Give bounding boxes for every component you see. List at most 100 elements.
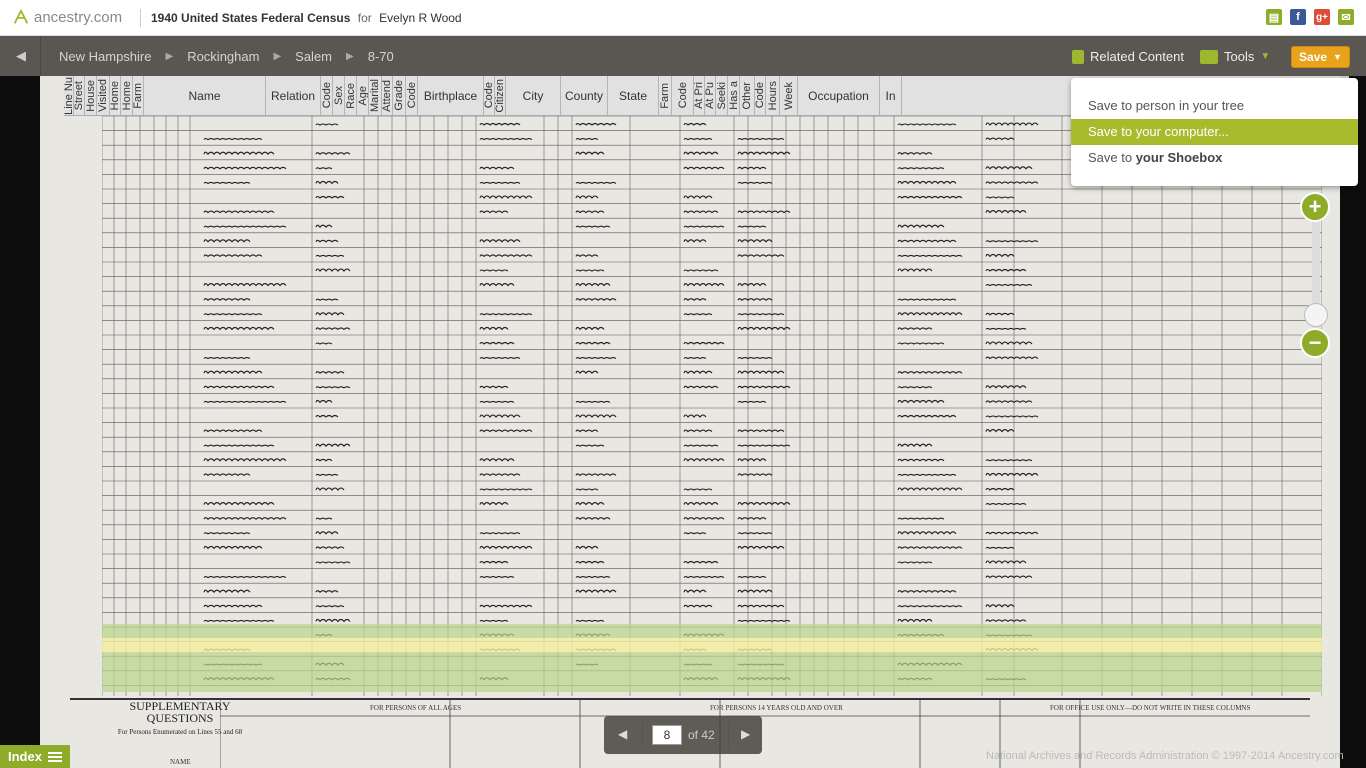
column-header-label: Farm — [659, 82, 671, 109]
column-header: Hours — [766, 76, 780, 115]
index-panel-tab[interactable]: Index — [0, 745, 70, 768]
column-header-label: Race — [345, 82, 357, 109]
breadcrumb-county[interactable]: Rockingham — [187, 49, 259, 64]
column-header-label: Home — [110, 80, 121, 111]
column-header: Has a — [728, 76, 740, 115]
leaf-icon — [13, 8, 29, 24]
column-header-label: House — [85, 79, 97, 112]
column-header-label: Week — [782, 81, 795, 110]
zoom-in-button[interactable]: + — [1300, 192, 1330, 222]
column-header-label: Line Nu — [64, 76, 74, 115]
column-header-label: Street — [74, 80, 85, 111]
column-header: Farm — [659, 76, 672, 115]
save-to-tree-option[interactable]: Save to person in your tree — [1071, 93, 1358, 119]
previous-image-icon[interactable]: ◀ — [618, 727, 627, 741]
column-header: Citizen — [495, 76, 506, 115]
email-icon[interactable]: ✉ — [1338, 9, 1354, 25]
zoom-out-button[interactable]: − — [1300, 328, 1330, 358]
breadcrumb-district[interactable]: 8-70 — [368, 49, 394, 64]
column-header: Age — [357, 76, 369, 115]
caret-down-icon: ▼ — [1333, 52, 1342, 62]
column-header: Marital — [369, 76, 382, 115]
menu-icon — [47, 751, 62, 762]
column-header-label: Farm — [133, 82, 144, 109]
column-header: Home — [110, 76, 121, 115]
column-header: Week — [780, 76, 798, 115]
back-arrow-icon[interactable]: ◀ — [16, 48, 26, 64]
pager-divider — [642, 722, 643, 748]
person-name: Evelyn R Wood — [379, 11, 462, 25]
minus-icon: − — [1308, 330, 1322, 355]
column-header-label: Code — [755, 82, 766, 109]
column-header-label: Code — [484, 82, 495, 109]
census-grid-image — [102, 116, 1322, 696]
brand-name: ancestry.com — [34, 8, 123, 26]
column-header: At Pri — [694, 76, 705, 115]
column-header-label: City — [522, 88, 544, 103]
column-header: Occupation — [798, 76, 880, 115]
column-header: Grade — [393, 76, 406, 115]
breadcrumb: New Hampshire ▶ Rockingham ▶ Salem ▶ 8-7… — [59, 49, 394, 64]
toolbar-divider — [40, 36, 41, 76]
column-header: Birthplace — [418, 76, 484, 115]
app-header: ancestry.com 1940 United States Federal … — [0, 0, 1366, 36]
image-tools-icon — [1200, 49, 1218, 64]
caret-down-icon: ▼ — [1260, 51, 1271, 62]
column-header: Home — [121, 76, 133, 115]
name-label: NAME — [170, 758, 191, 766]
column-header: Other — [740, 76, 755, 115]
save-menu: Save to person in your tree Save to your… — [1071, 78, 1358, 186]
save-to-computer-label: Save to your computer... — [1088, 124, 1229, 139]
google-plus-icon[interactable]: g+ — [1314, 9, 1330, 25]
copyright-notice: National Archives and Records Administra… — [986, 750, 1344, 762]
save-button[interactable]: Save ▼ — [1291, 46, 1350, 68]
facebook-icon[interactable]: f — [1290, 9, 1306, 25]
tools-label: Tools — [1224, 49, 1255, 64]
collection-title: 1940 United States Federal Census — [151, 11, 351, 25]
breadcrumb-state[interactable]: New Hampshire — [59, 49, 151, 64]
column-header-label: At Pu — [705, 82, 716, 109]
column-header-label: Other — [741, 81, 753, 110]
column-header-label: Code — [406, 82, 418, 109]
column-header-label: Citizen — [495, 78, 506, 113]
breadcrumb-city[interactable]: Salem — [295, 49, 332, 64]
chevron-right-icon: ▶ — [165, 51, 174, 62]
print-icon[interactable]: ▤ — [1266, 9, 1282, 25]
share-icons: ▤ f g+ ✉ — [1266, 9, 1354, 25]
image-pager: ◀ of 42 ▶ — [604, 716, 762, 754]
viewer-toolbar: ◀ New Hampshire ▶ Rockingham ▶ Salem ▶ 8… — [0, 36, 1366, 76]
column-header-label: Name — [188, 88, 221, 103]
column-header-label: Code — [676, 82, 689, 109]
column-header-label: At Pri — [694, 82, 705, 109]
zoom-slider-handle[interactable] — [1304, 303, 1328, 327]
column-header-label: In — [885, 88, 896, 103]
column-header-label: Marital — [369, 78, 381, 112]
page-number-input[interactable]: 8 — [652, 725, 682, 745]
record-title: 1940 United States Federal Census for Ev… — [151, 11, 462, 25]
save-to-computer-option[interactable]: Save to your computer... — [1071, 119, 1358, 145]
column-header: House — [85, 76, 97, 115]
column-header: Name — [144, 76, 266, 115]
save-label: Save — [1299, 50, 1328, 64]
tools-button[interactable]: Tools ▼ — [1200, 49, 1270, 64]
related-content-button[interactable]: Related Content — [1072, 49, 1184, 64]
column-header-label: State — [618, 88, 648, 103]
column-header-label: Birthplace — [423, 88, 478, 103]
column-header-label: Code — [321, 82, 333, 109]
column-header: Street — [74, 76, 85, 115]
column-header: At Pu — [705, 76, 716, 115]
column-header-label: Grade — [393, 80, 405, 111]
next-image-icon[interactable]: ▶ — [741, 727, 750, 741]
column-header: Code — [484, 76, 495, 115]
ancestry-logo[interactable]: ancestry.com — [12, 8, 122, 26]
column-header-label: Sex — [333, 86, 345, 105]
shoebox-label: your Shoebox — [1135, 150, 1223, 165]
column-header-label: Occupation — [808, 88, 869, 103]
column-header: Code — [755, 76, 766, 115]
header-divider — [140, 9, 141, 27]
column-header: County — [561, 76, 608, 115]
column-header: Seeki — [716, 76, 728, 115]
save-to-shoebox-option[interactable]: Save to your Shoebox — [1071, 145, 1358, 171]
index-label: Index — [8, 749, 42, 764]
column-header: Attend — [382, 76, 393, 115]
